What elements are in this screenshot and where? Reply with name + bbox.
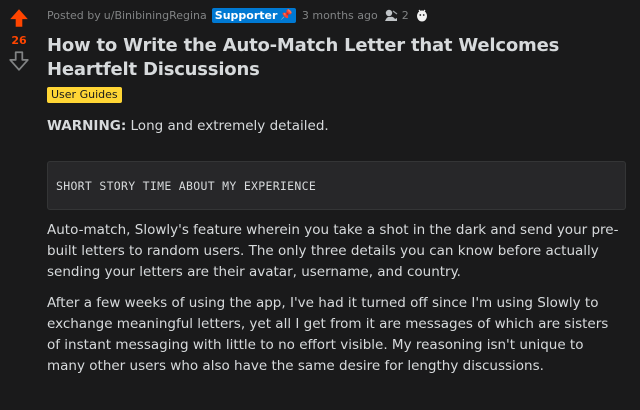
silver-award-icon[interactable] — [383, 8, 399, 22]
vote-column: 26 — [0, 0, 38, 72]
code-block: SHORT STORY TIME ABOUT MY EXPERIENCE — [47, 161, 626, 210]
post-flair-badge[interactable]: User Guides — [47, 87, 122, 103]
wholesome-award-icon[interactable] — [414, 8, 430, 22]
post-timestamp[interactable]: 3 months ago — [302, 9, 378, 22]
user-flair-label: Supporter — [214, 8, 278, 22]
vote-score: 26 — [11, 34, 27, 47]
post-title[interactable]: How to Write the Auto-Match Letter that … — [47, 34, 617, 82]
warning-text: Long and extremely detailed. — [126, 118, 329, 134]
upvote-arrow-icon[interactable] — [8, 7, 30, 29]
body-paragraph: Auto-match, Slowly's feature wherein you… — [47, 222, 619, 280]
user-flair-badge: Supporter 📌 — [211, 7, 296, 23]
post-meta: Posted by u/BinibiningRegina Supporter 📌… — [47, 5, 627, 25]
post-body: WARNING: Long and extremely detailed. SH… — [47, 116, 626, 377]
posted-by-label: Posted by — [47, 8, 101, 22]
award-count: 2 — [401, 8, 409, 22]
post-content: Posted by u/BinibiningRegina Supporter 📌… — [47, 0, 627, 387]
post-page: 26 Posted by u/BinibiningRegina Supporte… — [0, 0, 640, 410]
author-link[interactable]: u/BinibiningRegina — [104, 9, 207, 22]
pushpin-icon: 📌 — [280, 9, 293, 21]
warning-label: WARNING: — [47, 118, 127, 134]
body-paragraph: After a few weeks of using the app, I've… — [47, 295, 609, 374]
downvote-arrow-icon[interactable] — [8, 50, 30, 72]
warning-paragraph: WARNING: Long and extremely detailed. — [47, 116, 622, 137]
